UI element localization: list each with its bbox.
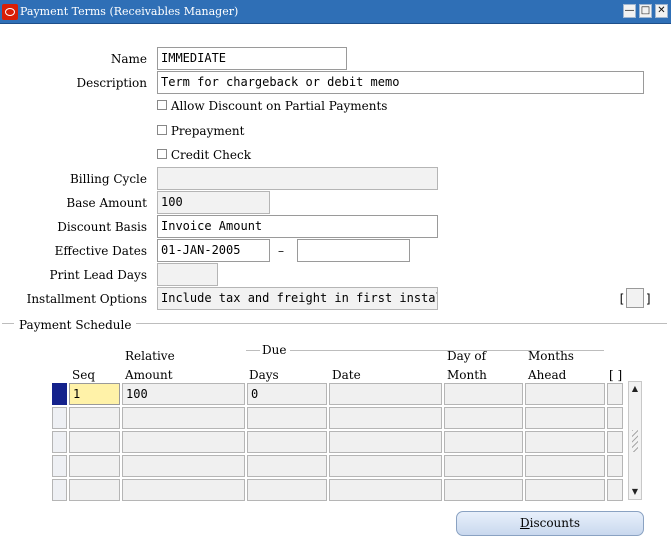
row-selector[interactable] bbox=[52, 455, 67, 477]
day-of-month-cell[interactable] bbox=[444, 431, 523, 453]
installment-options-field[interactable]: Include tax and freight in first install bbox=[157, 287, 438, 310]
col-header-seq: Seq bbox=[72, 368, 96, 382]
col-header-days: Days bbox=[249, 368, 279, 382]
days-cell[interactable] bbox=[247, 479, 327, 501]
amount-cell[interactable] bbox=[122, 431, 245, 453]
months-ahead-cell[interactable] bbox=[525, 407, 605, 429]
window-title: Payment Terms (Receivables Manager) bbox=[20, 5, 239, 18]
discount-basis-field[interactable]: Invoice Amount bbox=[157, 215, 438, 238]
col-header-day-of: Day of bbox=[447, 349, 487, 363]
row-selector[interactable] bbox=[52, 383, 67, 405]
print-lead-days-field[interactable] bbox=[157, 263, 218, 286]
effective-from-field[interactable]: 01-JAN-2005 bbox=[157, 239, 270, 262]
days-cell[interactable]: 0 bbox=[247, 383, 327, 405]
billing-cycle-field[interactable] bbox=[157, 167, 438, 190]
discounts-label: iscounts bbox=[529, 516, 580, 530]
credit-check-checkbox-row[interactable]: Credit Check bbox=[157, 148, 251, 162]
description-label: Description bbox=[76, 76, 147, 90]
col-header-months: Months bbox=[528, 349, 574, 363]
header-dff-close-bracket: ] bbox=[645, 292, 653, 306]
scroll-grip-icon[interactable] bbox=[632, 430, 638, 452]
day-of-month-cell[interactable] bbox=[444, 383, 523, 405]
prepayment-checkbox-row[interactable]: Prepayment bbox=[157, 124, 244, 138]
days-cell[interactable] bbox=[247, 431, 327, 453]
seq-cell[interactable] bbox=[69, 479, 120, 501]
payment-schedule-title: Payment Schedule bbox=[14, 318, 137, 332]
col-header-dff: [ ] bbox=[609, 368, 623, 382]
prepayment-label: Prepayment bbox=[170, 124, 245, 138]
row-dff-cell[interactable] bbox=[607, 455, 623, 477]
description-field[interactable]: Term for chargeback or debit memo bbox=[157, 71, 644, 94]
col-header-amount: Amount bbox=[125, 368, 173, 382]
date-cell[interactable] bbox=[329, 383, 442, 405]
discount-basis-label: Discount Basis bbox=[57, 220, 147, 234]
header-dff-field[interactable] bbox=[626, 288, 644, 308]
credit-check-label: Credit Check bbox=[170, 148, 252, 162]
amount-cell[interactable] bbox=[122, 479, 245, 501]
billing-cycle-label: Billing Cycle bbox=[69, 172, 147, 186]
amount-cell[interactable] bbox=[122, 407, 245, 429]
day-of-month-cell[interactable] bbox=[444, 479, 523, 501]
base-amount-label: Base Amount bbox=[66, 196, 147, 210]
date-cell[interactable] bbox=[329, 479, 442, 501]
print-lead-days-label: Print Lead Days bbox=[49, 268, 147, 282]
col-header-date: Date bbox=[332, 368, 361, 382]
col-header-ahead: Ahead bbox=[528, 368, 567, 382]
date-cell[interactable] bbox=[329, 407, 442, 429]
amount-cell[interactable]: 100 bbox=[122, 383, 245, 405]
allow-discount-checkbox-row[interactable]: Allow Discount on Partial Payments bbox=[157, 99, 387, 113]
row-selector[interactable] bbox=[52, 479, 67, 501]
name-label: Name bbox=[110, 52, 147, 66]
row-dff-cell[interactable] bbox=[607, 431, 623, 453]
days-cell[interactable] bbox=[247, 407, 327, 429]
row-selector[interactable] bbox=[52, 431, 67, 453]
months-ahead-cell[interactable] bbox=[525, 479, 605, 501]
oracle-logo-icon bbox=[2, 4, 18, 20]
col-header-relative: Relative bbox=[125, 349, 175, 363]
name-field[interactable]: IMMEDIATE bbox=[157, 47, 347, 70]
seq-cell[interactable] bbox=[69, 431, 120, 453]
seq-cell[interactable] bbox=[69, 455, 120, 477]
seq-cell[interactable]: 1 bbox=[69, 383, 120, 405]
date-cell[interactable] bbox=[329, 431, 442, 453]
header-dff-open-bracket: [ bbox=[618, 292, 626, 306]
col-header-month: Month bbox=[447, 368, 487, 382]
months-ahead-cell[interactable] bbox=[525, 455, 605, 477]
seq-cell[interactable] bbox=[69, 407, 120, 429]
discounts-button[interactable]: Discounts bbox=[456, 511, 644, 536]
schedule-scrollbar[interactable]: ▲ ▼ bbox=[628, 381, 642, 500]
maximize-icon[interactable]: □ bbox=[639, 4, 652, 18]
minimize-icon[interactable]: — bbox=[623, 4, 636, 18]
close-icon[interactable]: ✕ bbox=[655, 4, 668, 18]
due-group-label: Due bbox=[262, 343, 287, 357]
effective-to-field[interactable] bbox=[297, 239, 410, 262]
scroll-down-icon[interactable]: ▼ bbox=[629, 486, 641, 498]
installment-options-label: Installment Options bbox=[26, 292, 147, 306]
credit-check-checkbox[interactable] bbox=[157, 149, 167, 159]
base-amount-field[interactable]: 100 bbox=[157, 191, 270, 214]
day-of-month-cell[interactable] bbox=[444, 407, 523, 429]
allow-discount-checkbox[interactable] bbox=[157, 100, 167, 110]
scroll-up-icon[interactable]: ▲ bbox=[629, 383, 641, 395]
effective-dates-dash: – bbox=[278, 244, 284, 258]
effective-dates-label: Effective Dates bbox=[54, 244, 147, 258]
months-ahead-cell[interactable] bbox=[525, 383, 605, 405]
row-dff-cell[interactable] bbox=[607, 383, 623, 405]
date-cell[interactable] bbox=[329, 455, 442, 477]
row-dff-cell[interactable] bbox=[607, 407, 623, 429]
amount-cell[interactable] bbox=[122, 455, 245, 477]
due-group-line-left bbox=[246, 350, 260, 351]
days-cell[interactable] bbox=[247, 455, 327, 477]
prepayment-checkbox[interactable] bbox=[157, 125, 167, 135]
allow-discount-label: Allow Discount on Partial Payments bbox=[170, 99, 388, 113]
row-dff-cell[interactable] bbox=[607, 479, 623, 501]
row-selector[interactable] bbox=[52, 407, 67, 429]
title-bar: Payment Terms (Receivables Manager) — □ … bbox=[0, 0, 671, 24]
months-ahead-cell[interactable] bbox=[525, 431, 605, 453]
discounts-accelerator: D bbox=[519, 516, 530, 530]
day-of-month-cell[interactable] bbox=[444, 455, 523, 477]
